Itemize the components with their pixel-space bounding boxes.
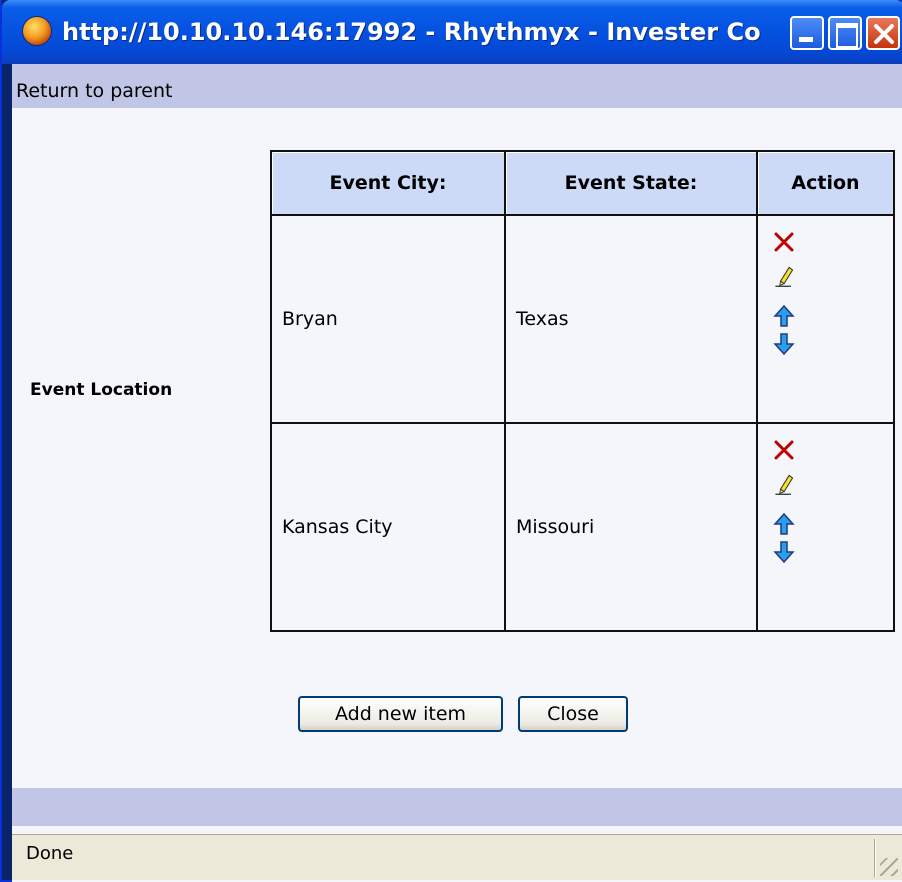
table-header-row: Event City: Event State: Action bbox=[270, 150, 895, 216]
close-icon bbox=[874, 24, 894, 44]
return-to-parent-link[interactable]: Return to parent bbox=[16, 80, 172, 102]
table-row: Kansas City Missouri bbox=[270, 422, 895, 632]
move-down-icon[interactable] bbox=[772, 332, 796, 356]
cell-city: Bryan bbox=[270, 214, 506, 424]
browser-window: http://10.10.10.146:17992 - Rhythmyx - I… bbox=[0, 0, 902, 882]
cell-actions bbox=[756, 214, 895, 424]
title-bar[interactable]: http://10.10.10.146:17992 - Rhythmyx - I… bbox=[2, 0, 902, 64]
add-new-item-button[interactable]: Add new item bbox=[298, 696, 503, 732]
cell-city: Kansas City bbox=[270, 422, 506, 632]
footer-strip bbox=[12, 788, 902, 826]
minimize-button[interactable] bbox=[790, 16, 824, 50]
top-strip bbox=[12, 64, 902, 74]
status-text: Done bbox=[26, 843, 74, 864]
edit-icon[interactable] bbox=[772, 472, 796, 496]
header-event-city: Event City: bbox=[270, 150, 506, 216]
child-table: Event City: Event State: Action Bryan Te… bbox=[270, 150, 895, 632]
resize-grip[interactable] bbox=[880, 858, 898, 876]
window-title: http://10.10.10.146:17992 - Rhythmyx - I… bbox=[62, 18, 762, 46]
move-up-icon[interactable] bbox=[772, 304, 796, 328]
status-bar: Done bbox=[12, 834, 902, 880]
move-down-icon[interactable] bbox=[772, 540, 796, 564]
cell-state: Missouri bbox=[504, 422, 758, 632]
header-action: Action bbox=[756, 150, 895, 216]
header-event-state: Event State: bbox=[504, 150, 758, 216]
delete-icon[interactable] bbox=[772, 230, 796, 254]
cell-actions bbox=[756, 422, 895, 632]
cell-state: Texas bbox=[504, 214, 758, 424]
edit-icon[interactable] bbox=[772, 264, 796, 288]
page-content: Return to parent Event Location Event Ci… bbox=[12, 64, 902, 882]
table-row: Bryan Texas bbox=[270, 214, 895, 424]
field-label: Event Location bbox=[30, 380, 173, 400]
maximize-button[interactable] bbox=[828, 16, 862, 50]
close-button[interactable]: Close bbox=[518, 696, 628, 732]
status-divider bbox=[874, 839, 876, 877]
delete-icon[interactable] bbox=[772, 438, 796, 462]
firefox-icon bbox=[22, 16, 52, 46]
parent-bar: Return to parent bbox=[12, 74, 902, 108]
close-window-button[interactable] bbox=[866, 16, 900, 50]
move-up-icon[interactable] bbox=[772, 512, 796, 536]
